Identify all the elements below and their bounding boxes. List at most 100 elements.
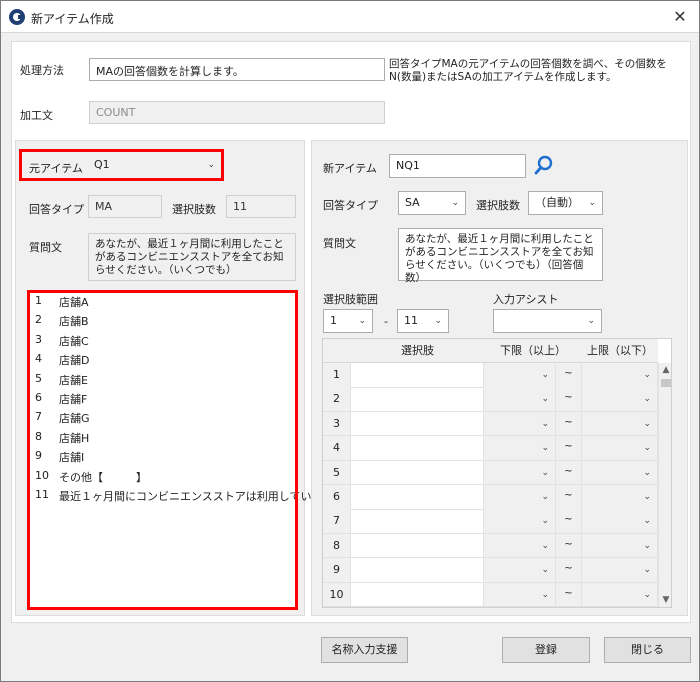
upper-bound-select[interactable]: ⌄ [582,436,658,460]
new-answer-type-select[interactable]: SA ⌄ [398,191,466,215]
range-from-select[interactable]: 1 ⌄ [323,309,373,333]
question-text: あなたが、最近１ヶ月間に利用したことがあるコンビニエンスストアを全てお知らせくだ… [88,233,296,281]
new-item-label: 新アイテム [323,162,377,175]
chevron-down-icon: ⌄ [451,198,459,208]
process-field: COUNT [89,101,385,124]
chevron-down-icon: ⌄ [587,316,595,326]
upper-bound-select[interactable]: ⌄ [582,582,658,607]
new-item-input[interactable]: NQ1 [389,154,526,178]
source-item-value: Q1 [94,158,110,171]
upper-bound-select[interactable]: ⌄ [582,558,658,582]
method-description: 回答タイプMAの元アイテムの回答個数を調べ、その個数をN(数量)またはSAの加工… [389,58,667,83]
table-row: 2 ⌄ ~ ⌄ [323,387,658,412]
chevron-down-icon: ⌄ [541,467,549,478]
choice-name-cell[interactable] [351,436,484,460]
new-answer-type-value: SA [405,196,420,209]
chevron-down-icon: ⌄ [643,370,651,380]
question-label: 質問文 [29,241,62,254]
range-to-select[interactable]: 11 ⌄ [397,309,449,333]
chevron-down-icon: ⌄ [541,394,549,405]
method-field: MAの回答個数を計算します。 [89,58,385,81]
range-tilde: ~ [556,509,582,533]
chevron-down-icon: ⌄ [541,492,549,502]
choice-name-cell[interactable] [351,485,484,509]
range-tilde: ~ [556,387,582,411]
choice-name-cell[interactable] [351,363,484,387]
chevron-down-icon: ⌄ [541,370,549,380]
row-number: 2 [323,387,351,411]
row-number: 8 [323,533,351,558]
new-question-label: 質問文 [323,237,356,250]
chevron-down-icon: ⌄ [643,492,651,502]
choice-name-cell[interactable] [351,509,484,533]
choice-grid: 選択肢 下限（以上） 上限（以下） 1 ⌄ ~ ⌄ 2 ⌄ ~ ⌄ 3 ⌄ ~ ⌄ 4 ⌄ ~ ⌄ 5 ⌄ ~ ⌄ 6 ⌄… [322,338,672,608]
table-row: 8 ⌄ ~ ⌄ [323,533,658,559]
chevron-down-icon: ⌄ [643,565,651,576]
chevron-down-icon: ⌄ [541,443,549,454]
table-row: 9 ⌄ ~ ⌄ [323,558,658,583]
assist-label: 入力アシスト [493,293,559,306]
upper-bound-select[interactable]: ⌄ [582,363,658,387]
upper-bound-select[interactable]: ⌄ [582,533,658,558]
lower-bound-select[interactable]: ⌄ [484,485,556,509]
lower-bound-select[interactable]: ⌄ [484,582,556,607]
scroll-up-icon[interactable]: ▲ [659,365,671,375]
lower-bound-select[interactable]: ⌄ [484,558,556,582]
row-number: 7 [323,509,351,533]
choice-name-cell[interactable] [351,558,484,582]
range-label: 選択肢範囲 [323,293,378,306]
upper-bound-select[interactable]: ⌄ [582,509,658,533]
lower-bound-select[interactable]: ⌄ [484,533,556,558]
upper-bound-select[interactable]: ⌄ [582,485,658,509]
choice-name-cell[interactable] [351,582,484,607]
answer-type-field: MA [88,195,162,218]
method-label: 処理方法 [20,64,64,77]
choice-name-cell[interactable] [351,411,484,436]
lower-bound-select[interactable]: ⌄ [484,387,556,411]
choice-name-cell[interactable] [351,533,484,558]
upper-bound-select[interactable]: ⌄ [582,411,658,436]
grid-header-choice: 選択肢 [351,339,484,363]
search-icon[interactable] [533,154,555,176]
scroll-thumb[interactable] [661,379,671,387]
chevron-down-icon: ⌄ [434,316,442,326]
range-tilde: ~ [556,411,582,436]
close-window-icon[interactable]: ✕ [667,5,693,29]
app-logo-icon [9,9,25,25]
assist-select[interactable]: ⌄ [493,309,602,333]
chevron-down-icon: ⌄ [643,418,651,429]
choice-list-highlight [27,290,298,610]
scroll-down-icon[interactable]: ▼ [659,595,671,605]
new-question-text[interactable]: あなたが、最近１ヶ月間に利用したことがあるコンビニエンスストアを全てお知らせくだ… [398,228,603,284]
chevron-down-icon: ⌄ [643,516,651,527]
lower-bound-select[interactable]: ⌄ [484,509,556,533]
range-from-value: 1 [330,314,337,327]
name-assist-button[interactable]: 名称入力支援 [321,637,408,663]
choice-name-cell[interactable] [351,460,484,485]
range-tilde: ~ [556,582,582,607]
register-button[interactable]: 登録 [502,637,590,663]
choice-count-label: 選択肢数 [172,203,216,216]
lower-bound-select[interactable]: ⌄ [484,411,556,436]
row-number: 5 [323,460,351,485]
choice-name-cell[interactable] [351,387,484,411]
range-tilde: ~ [556,485,582,509]
chevron-down-icon: ⌄ [541,565,549,576]
row-number: 3 [323,411,351,436]
source-item-select[interactable]: Q1 ⌄ [88,154,221,178]
upper-bound-select[interactable]: ⌄ [582,460,658,485]
lower-bound-select[interactable]: ⌄ [484,436,556,460]
table-row: 3 ⌄ ~ ⌄ [323,411,658,437]
row-number: 1 [323,363,351,387]
lower-bound-select[interactable]: ⌄ [484,460,556,485]
upper-bound-select[interactable]: ⌄ [582,387,658,411]
chevron-down-icon: ⌄ [588,198,596,208]
chevron-down-icon: ⌄ [541,540,549,551]
lower-bound-select[interactable]: ⌄ [484,363,556,387]
close-button[interactable]: 閉じる [604,637,691,663]
grid-header-lower: 下限（以上） [484,339,582,363]
new-choice-count-select[interactable]: （自動） ⌄ [528,191,603,215]
row-number: 9 [323,558,351,582]
grid-scrollbar[interactable]: ▲ ▼ [658,363,671,607]
table-row: 5 ⌄ ~ ⌄ [323,460,658,486]
